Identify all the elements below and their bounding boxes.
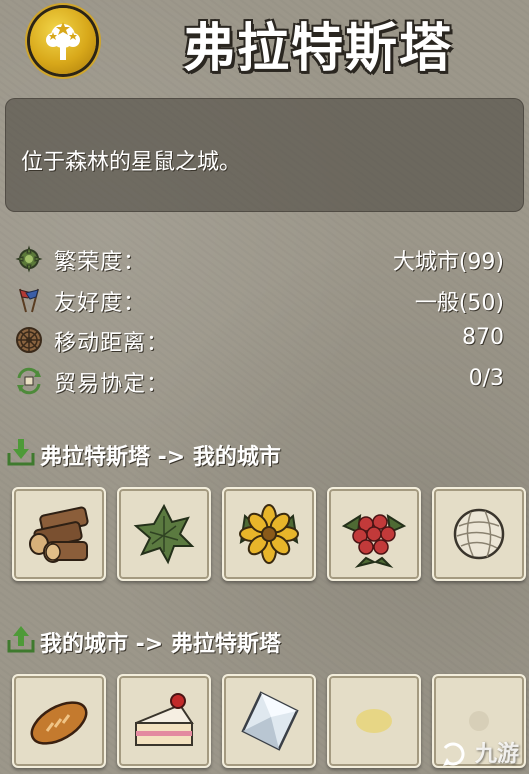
stat-distance: 移动距离： 870 [14,323,504,357]
stat-label: 繁荣度： [54,250,147,275]
imports-title: 我的城市 -> 弗拉特斯塔 [40,632,281,657]
exports-section-header: 弗拉特斯塔 -> 我的城市 [6,435,506,471]
stat-label: 移动距离： [54,331,170,356]
watermark-logo-icon [443,742,465,766]
import-slot-bread[interactable] [12,674,106,768]
wheel-icon [16,327,42,353]
watermark: 九游 [441,736,519,768]
import-slot-yellow-item[interactable] [327,674,421,768]
city-emblem-icon [30,8,96,74]
bread-icon [30,701,88,745]
yellow-item-icon [356,709,392,733]
stat-label: 贸易协定： [54,372,170,397]
prosperity-icon [15,245,43,273]
upload-tray-icon [7,626,35,653]
exports-title: 弗拉特斯塔 -> 我的城市 [40,445,281,470]
description-panel: 位于森林的星鼠之城。 [5,98,524,212]
imports-section-header: 我的城市 -> 弗拉特斯塔 [6,622,506,658]
stat-friendship: 友好度： 一般(50) [14,283,504,317]
export-slot-flower[interactable] [222,487,316,581]
watermark-text: 九游 [474,742,519,767]
cake-slice-icon [135,693,194,746]
trade-agreement-icon [17,367,41,395]
stat-value: 870 [462,325,504,350]
thread-ball-icon [453,508,505,560]
yellow-flower-icon [239,504,299,565]
stat-label: 友好度： [54,291,147,316]
stat-value: 大城市(99) [392,250,504,275]
crystal-icon [241,691,299,751]
raspberry-icon [341,514,407,569]
download-tray-icon [7,439,35,466]
logs-icon [29,506,89,563]
stat-trade-agreement: 贸易协定： 0/3 [14,364,504,398]
export-slot-logs[interactable] [12,487,106,581]
friendship-flags-icon [19,288,39,313]
export-slot-thread[interactable] [432,487,526,581]
herb-leaves-icon [133,503,195,565]
import-slot-cake[interactable] [117,674,211,768]
city-description: 位于森林的星鼠之城。 [21,150,242,175]
city-title: 弗拉特斯塔 [182,19,453,79]
import-slot-crystal[interactable] [222,674,316,768]
stat-value: 0/3 [468,366,504,391]
stat-value: 一般(50) [414,291,504,316]
export-slot-berry[interactable] [327,487,421,581]
export-slot-herb[interactable] [117,487,211,581]
stat-prosperity: 繁荣度： 大城市(99) [14,242,504,276]
